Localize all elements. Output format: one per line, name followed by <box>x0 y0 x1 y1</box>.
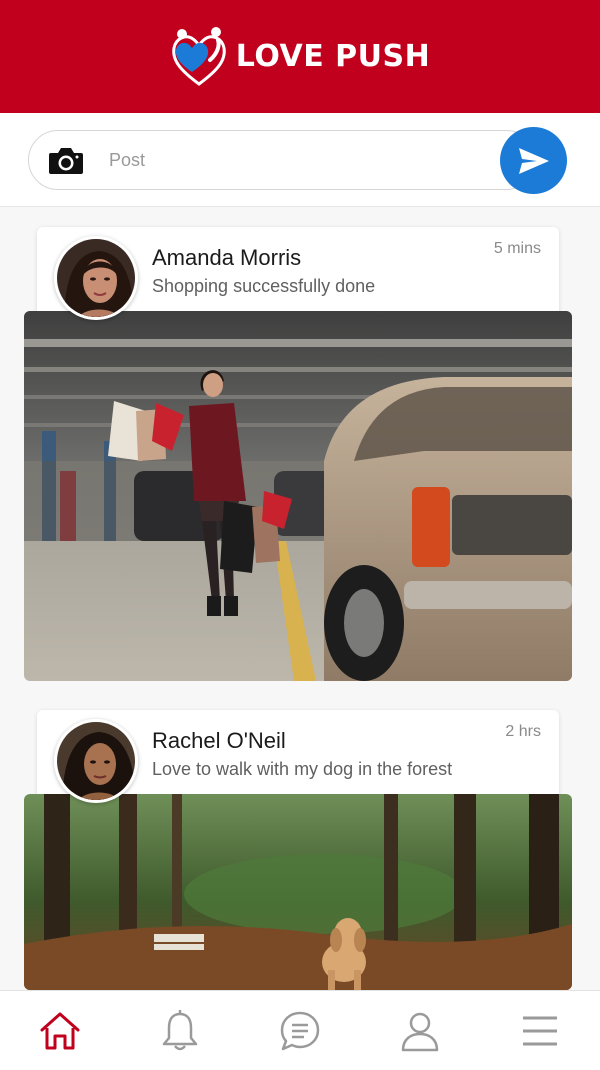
post-input-container[interactable] <box>28 130 536 190</box>
feed[interactable]: Amanda Morris Shopping successfully done… <box>0 207 600 990</box>
avatar[interactable] <box>54 236 138 320</box>
home-icon <box>40 1012 80 1049</box>
camera-icon[interactable] <box>48 145 84 175</box>
menu-icon <box>523 1016 557 1045</box>
avatar[interactable] <box>54 719 138 803</box>
nav-home[interactable] <box>30 1001 90 1061</box>
nav-menu[interactable] <box>510 1001 570 1061</box>
post-author[interactable]: Rachel O'Neil <box>152 728 286 754</box>
forest-dog-photo <box>24 794 572 990</box>
post-photo[interactable] <box>24 311 572 681</box>
send-button[interactable] <box>500 127 567 194</box>
post-time: 5 mins <box>493 240 541 257</box>
post-input[interactable] <box>109 145 489 175</box>
app-name: LOVE PUSH <box>235 39 431 74</box>
nav-notifications[interactable] <box>150 1001 210 1061</box>
post-photo[interactable] <box>24 794 572 990</box>
post-author[interactable]: Amanda Morris <box>152 245 301 271</box>
post-text: Shopping successfully done <box>152 276 376 296</box>
logo: LOVE PUSH <box>170 26 430 88</box>
chat-icon <box>280 1011 320 1050</box>
paper-plane-icon <box>518 147 549 174</box>
app-header: LOVE PUSH <box>0 0 600 113</box>
parking-garage-photo <box>24 311 572 681</box>
post-time: 2 hrs <box>505 723 541 740</box>
user-icon <box>401 1012 439 1051</box>
logo-hearts-icon <box>171 26 226 86</box>
bottom-nav <box>0 990 600 1070</box>
nav-profile[interactable] <box>390 1001 450 1061</box>
app-screen: LOVE PUSH Amanda Morris Shopping success… <box>0 0 600 1070</box>
bell-icon <box>162 1009 198 1050</box>
nav-messages[interactable] <box>270 1001 330 1061</box>
post-text: Love to walk with my dog in the forest <box>152 759 453 779</box>
